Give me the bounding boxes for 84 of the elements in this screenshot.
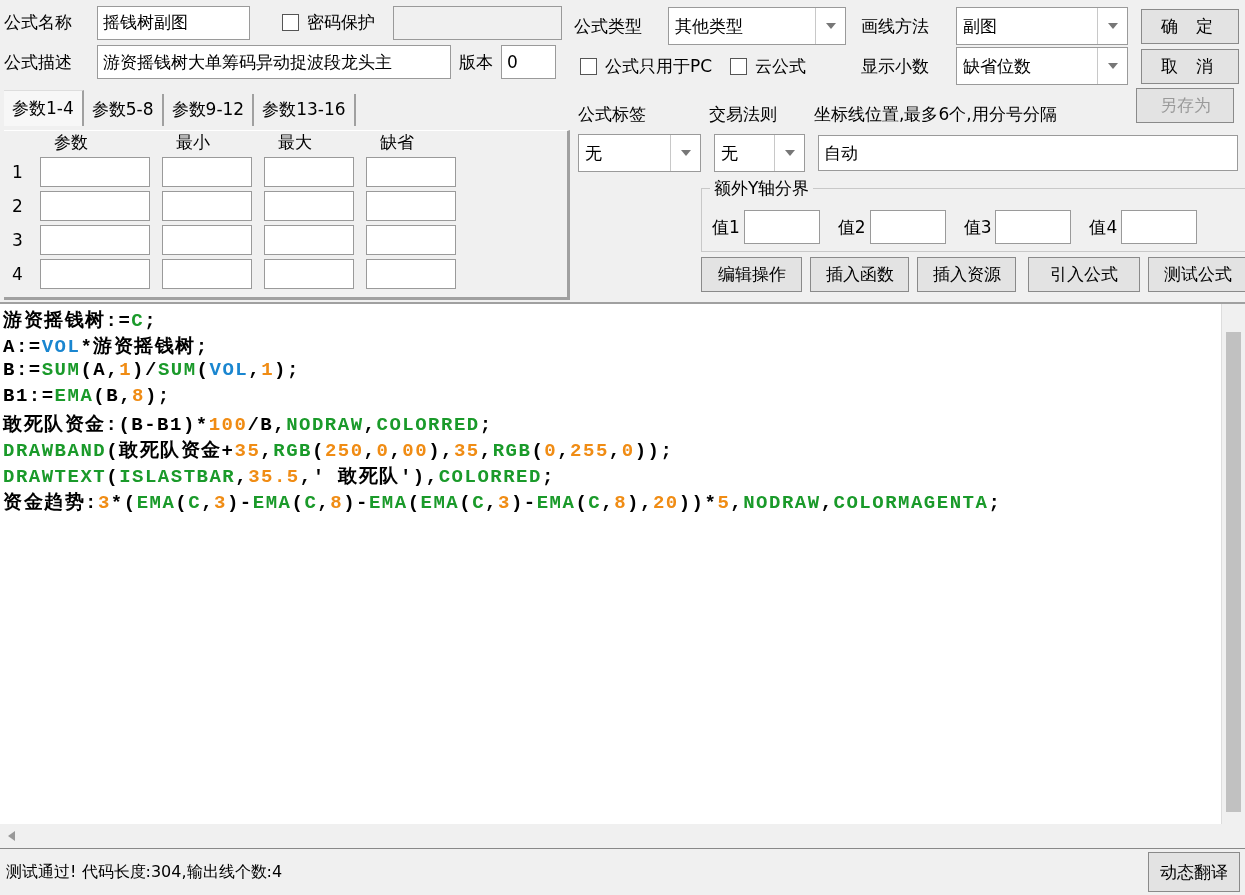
param-field[interactable]	[264, 190, 354, 221]
field-label: 值2	[837, 215, 866, 239]
text-field[interactable]: 游资摇钱树大单筹码异动捉波段龙头主	[97, 45, 451, 80]
caret-icon	[825, 23, 836, 29]
tag-dropdown[interactable]: 无	[578, 134, 701, 172]
param-field[interactable]	[264, 224, 354, 255]
param-field[interactable]	[40, 156, 150, 187]
caret-icon	[1107, 63, 1118, 69]
caret-icon	[680, 150, 691, 156]
param-field[interactable]	[162, 224, 252, 255]
dialog-button[interactable]: 确 定	[1141, 8, 1239, 44]
column-header: 缺省	[379, 130, 415, 153]
tab[interactable]: 参数1-4	[4, 89, 84, 126]
param-field[interactable]	[40, 190, 150, 221]
field-label: 公式名称	[4, 11, 73, 35]
column-header: 最小	[175, 130, 211, 153]
field-label: 公式描述	[4, 50, 73, 74]
param-field[interactable]	[366, 224, 456, 255]
code-line: B1:=EMA(B,8);	[3, 385, 172, 409]
param-field[interactable]	[162, 258, 252, 289]
rule-dropdown[interactable]: 无	[714, 134, 805, 172]
field-label: 值1	[712, 215, 740, 239]
code-line: 敢死队资金:(B-B1)*100/B,NODRAW,COLORRED;	[3, 413, 494, 437]
param-field[interactable]	[366, 156, 456, 187]
code-line: B:=SUM(A,1)/SUM(VOL,1);	[3, 359, 301, 383]
param-field[interactable]	[162, 190, 252, 221]
field-label: 交易法则	[709, 103, 778, 126]
row-number: 3	[12, 229, 24, 250]
field-label: 公式标签	[577, 103, 647, 126]
field-label: 坐标线位置,最多6个,用分号分隔	[814, 103, 1058, 126]
tool-button[interactable]: 插入资源	[917, 256, 1016, 292]
code-line: DRAWBAND(敢死队资金+35,RGB(250,0,00),35,RGB(0,255,0));	[3, 439, 675, 463]
left-arrow-icon[interactable]	[8, 831, 15, 841]
text-field[interactable]: 自动	[818, 135, 1238, 171]
checkbox-label: 公式只用于PC	[605, 54, 713, 78]
tool-button[interactable]: 插入函数	[810, 256, 909, 292]
caret-icon	[784, 150, 795, 156]
code-line: 资金趋势:3*(EMA(C,3)-EMA(C,8)-EMA(EMA(C,3)-EMA(C,8),20))*5,NODRAW,COLORMAGENTA;	[3, 491, 1003, 515]
value-field[interactable]	[1121, 210, 1198, 244]
text-field[interactable]: 摇钱树副图	[97, 5, 250, 40]
code-line: DRAWTEXT(ISLASTBAR,35.5,' 敢死队'),COLORRED;	[3, 465, 556, 489]
row-number: 2	[12, 195, 24, 216]
scrollbar-thumb[interactable]	[1226, 332, 1241, 812]
param-field[interactable]	[264, 258, 354, 289]
tool-button[interactable]: 测试公式	[1148, 256, 1245, 292]
horizontal-scrollbar[interactable]	[0, 824, 1245, 848]
code-line: A:=VOL*游资摇钱树;	[3, 335, 210, 359]
dialog-button[interactable]: 取 消	[1141, 48, 1239, 84]
status-text: 测试通过! 代码长度:304,输出线个数:4	[6, 861, 283, 883]
draw-dropdown[interactable]: 副图	[956, 7, 1128, 45]
tool-button[interactable]: 引入公式	[1028, 256, 1140, 292]
translate-button[interactable]: 动态翻译	[1148, 852, 1240, 892]
param-field[interactable]	[366, 190, 456, 221]
caret-icon	[1107, 23, 1118, 29]
checkbox[interactable]	[282, 14, 299, 32]
checkbox-label: 云公式	[755, 54, 807, 78]
param-field[interactable]	[162, 156, 252, 187]
param-field[interactable]	[40, 224, 150, 255]
checkbox[interactable]	[580, 57, 597, 75]
value-field[interactable]	[743, 210, 820, 244]
param-field[interactable]	[366, 258, 456, 289]
param-field[interactable]	[264, 156, 354, 187]
tool-button[interactable]: 编辑操作	[701, 256, 802, 292]
value-field[interactable]	[869, 210, 946, 244]
vertical-scrollbar[interactable]	[1221, 304, 1245, 824]
row-number: 4	[12, 263, 24, 284]
decimals-dropdown[interactable]: 缺省位数	[956, 47, 1128, 85]
type-dropdown[interactable]: 其他类型	[668, 7, 846, 45]
column-header: 最大	[277, 130, 313, 153]
checkbox[interactable]	[730, 57, 748, 75]
field-label: 显示小数	[861, 54, 930, 78]
field-label: 值4	[1089, 215, 1118, 239]
field-label: 版本	[459, 50, 493, 74]
code-line: 游资摇钱树:=C;	[3, 309, 159, 333]
group-title: 额外Y轴分界	[710, 177, 814, 200]
field-label: 公式类型	[574, 14, 643, 38]
checkbox-label: 密码保护	[307, 11, 375, 35]
param-field[interactable]	[40, 258, 150, 289]
field-label: 画线方法	[861, 14, 930, 38]
row-number: 1	[12, 161, 24, 182]
field-label: 值3	[963, 215, 992, 239]
value-field[interactable]	[995, 210, 1072, 244]
column-header: 参数	[53, 130, 89, 153]
text-field[interactable]: 0	[501, 45, 556, 80]
